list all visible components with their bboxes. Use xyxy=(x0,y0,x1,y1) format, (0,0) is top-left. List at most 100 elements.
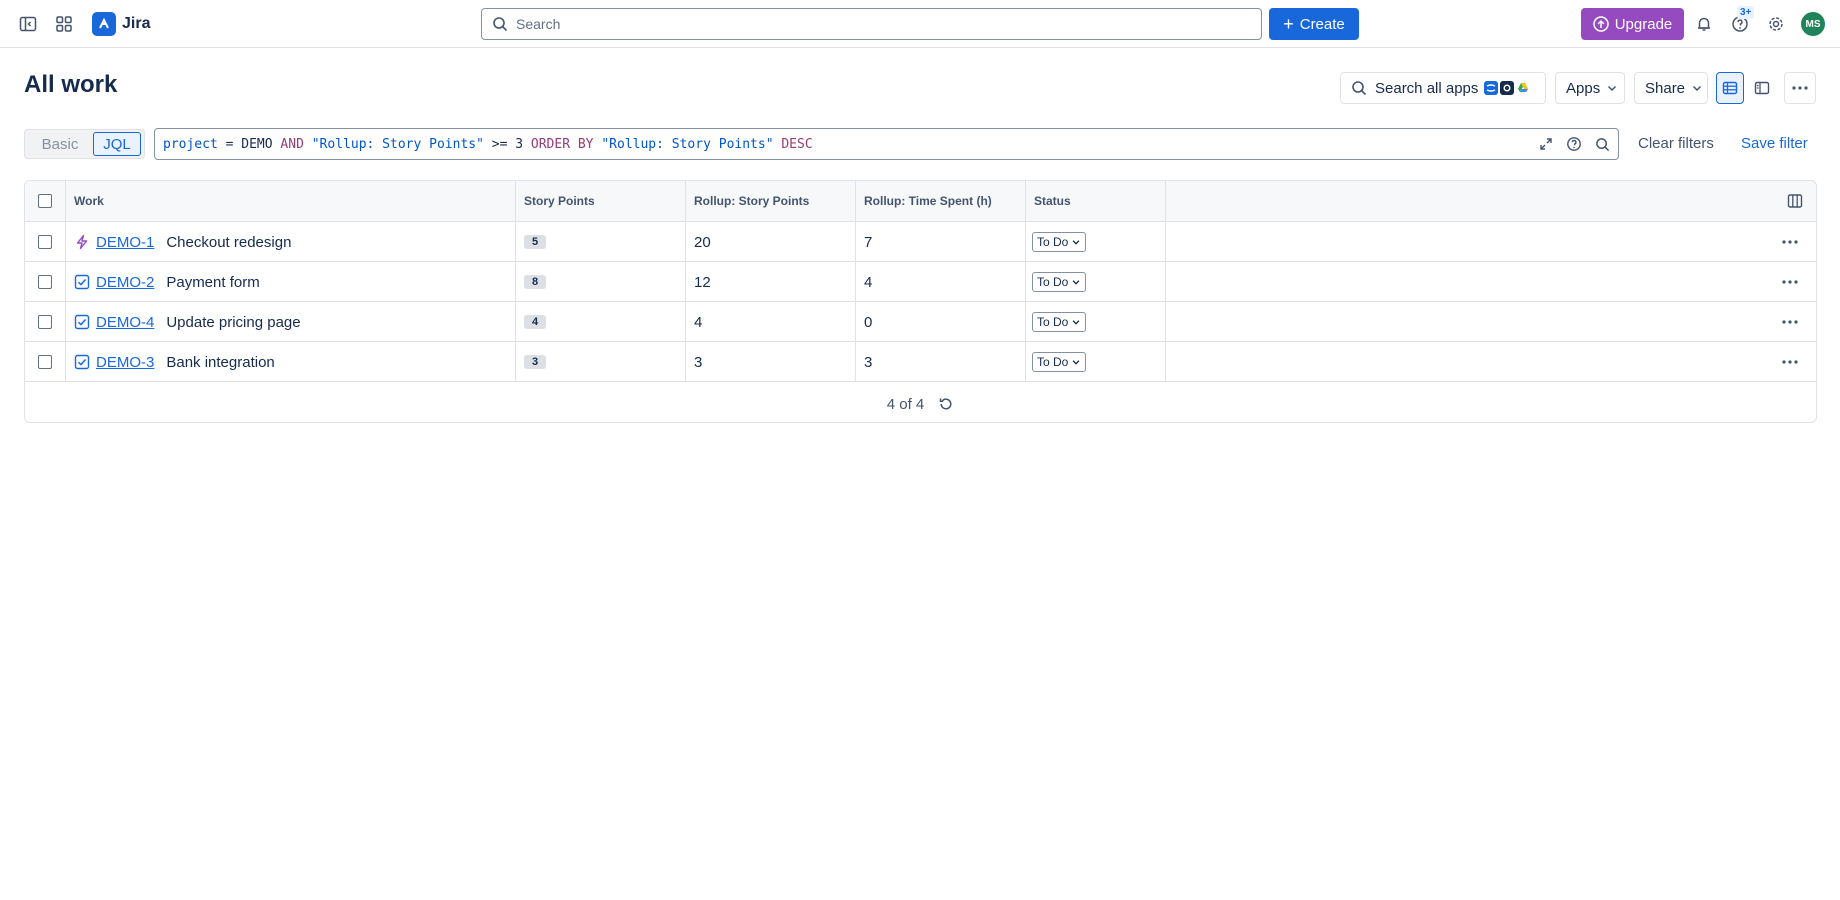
settings-gear-icon[interactable] xyxy=(1764,12,1788,36)
jql-token: >= xyxy=(483,136,516,152)
column-picker-icon[interactable] xyxy=(1786,192,1804,210)
jira-logo-icon[interactable] xyxy=(92,12,116,36)
clear-filters-button[interactable]: Clear filters xyxy=(1638,135,1714,152)
jql-help-icon[interactable] xyxy=(1564,134,1584,154)
chevron-down-icon xyxy=(1072,240,1080,245)
detail-view-icon[interactable] xyxy=(1748,72,1776,104)
row-checkbox[interactable] xyxy=(38,315,52,329)
status-dropdown[interactable]: To Do xyxy=(1032,352,1087,372)
story-points-badge: 5 xyxy=(524,235,547,249)
table-header: Work Story Points Rollup: Story Points R… xyxy=(25,181,1816,222)
rollup-story-points-cell: 12 xyxy=(686,262,856,302)
chevron-down-icon xyxy=(1608,85,1617,92)
ellipsis-icon xyxy=(1782,320,1798,324)
help-badge: 3+ xyxy=(1737,6,1755,19)
jql-mode-tab[interactable]: JQL xyxy=(93,132,141,156)
column-header-status[interactable]: Status xyxy=(1026,181,1166,221)
status-cell: To Do xyxy=(1026,262,1166,302)
select-all-checkbox[interactable] xyxy=(38,194,52,208)
google-drive-app-icon xyxy=(1516,81,1531,95)
column-header-rollup-story-points[interactable]: Rollup: Story Points xyxy=(686,181,856,221)
row-checkbox[interactable] xyxy=(38,275,52,289)
create-button[interactable]: + Create xyxy=(1269,8,1359,40)
row-actions-button[interactable] xyxy=(1778,352,1802,372)
row-actions-button[interactable] xyxy=(1778,232,1802,252)
search-input[interactable] xyxy=(516,16,1216,32)
jql-editor[interactable]: project = DEMO AND "Rollup: Story Points… xyxy=(154,128,1619,160)
chevron-down-icon xyxy=(1072,280,1080,285)
result-count: 4 of 4 xyxy=(886,395,925,413)
jql-token: "Rollup: Story Points" xyxy=(601,136,774,152)
jql-token: = xyxy=(217,136,242,152)
issue-summary[interactable]: Checkout redesign xyxy=(166,234,291,251)
issue-summary[interactable]: Update pricing page xyxy=(166,314,300,331)
status-label: To Do xyxy=(1037,235,1069,249)
jql-token: ORDER BY xyxy=(523,136,602,152)
issue-key-link[interactable]: DEMO-3 xyxy=(96,354,154,371)
row-actions-button[interactable] xyxy=(1778,312,1802,332)
more-actions-button[interactable] xyxy=(1784,72,1816,104)
ellipsis-icon xyxy=(1782,240,1798,244)
brand-name[interactable]: Jira xyxy=(122,15,150,33)
work-items-table: Work Story Points Rollup: Story Points R… xyxy=(24,180,1817,423)
save-filter-button[interactable]: Save filter xyxy=(1741,135,1808,152)
table-row[interactable]: DEMO-4 Update pricing page 4 4 0 To Do xyxy=(25,302,1816,342)
app-switcher-icon[interactable] xyxy=(52,12,76,36)
column-header-story-points[interactable]: Story Points xyxy=(516,181,686,221)
status-label: To Do xyxy=(1037,355,1069,369)
table-row[interactable]: DEMO-3 Bank integration 3 3 3 To Do xyxy=(25,342,1816,382)
story-points-badge: 4 xyxy=(524,315,547,329)
search-mode-toggle: Basic JQL xyxy=(24,129,145,159)
share-dropdown-button[interactable]: Share xyxy=(1634,72,1708,104)
jql-token: AND xyxy=(272,136,312,152)
plus-icon: + xyxy=(1283,14,1294,34)
search-all-apps-label: Search all apps xyxy=(1375,79,1479,97)
list-view-icon[interactable] xyxy=(1716,72,1744,104)
issue-key-link[interactable]: DEMO-1 xyxy=(96,234,154,251)
refresh-icon[interactable] xyxy=(938,396,954,412)
share-label: Share xyxy=(1645,79,1686,97)
search-all-apps-button[interactable]: Search all apps xyxy=(1340,72,1546,104)
epic-icon xyxy=(76,234,88,250)
row-checkbox[interactable] xyxy=(38,355,52,369)
column-header-rollup-time-spent[interactable]: Rollup: Time Spent (h) xyxy=(856,181,1026,221)
status-cell: To Do xyxy=(1026,342,1166,382)
table-row[interactable]: DEMO-1 Checkout redesign 5 20 7 To Do xyxy=(25,222,1816,262)
table-row[interactable]: DEMO-2 Payment form 8 12 4 To Do xyxy=(25,262,1816,302)
user-avatar[interactable]: MS xyxy=(1801,12,1825,36)
issue-summary[interactable]: Payment form xyxy=(166,274,259,291)
status-dropdown[interactable]: To Do xyxy=(1032,272,1087,292)
apps-dropdown-button[interactable]: Apps xyxy=(1555,72,1625,104)
ellipsis-icon xyxy=(1782,360,1798,364)
expand-editor-icon[interactable] xyxy=(1536,134,1556,154)
work-cell: DEMO-1 Checkout redesign xyxy=(66,222,516,262)
upgrade-button[interactable]: Upgrade xyxy=(1581,8,1684,40)
jql-token: 3 xyxy=(515,136,524,152)
row-actions-button[interactable] xyxy=(1778,272,1802,292)
ellipsis-icon xyxy=(1792,86,1808,90)
column-header-work[interactable]: Work xyxy=(66,181,516,221)
issue-summary[interactable]: Bank integration xyxy=(166,354,274,371)
status-label: To Do xyxy=(1037,275,1069,289)
page-title: All work xyxy=(24,71,118,98)
rollup-time-spent-cell: 7 xyxy=(856,222,1026,262)
work-cell: DEMO-3 Bank integration xyxy=(66,342,516,382)
notifications-bell-icon[interactable] xyxy=(1692,12,1716,36)
status-dropdown[interactable]: To Do xyxy=(1032,312,1087,332)
issue-key-link[interactable]: DEMO-4 xyxy=(96,314,154,331)
global-search[interactable] xyxy=(481,8,1262,40)
status-dropdown[interactable]: To Do xyxy=(1032,232,1087,252)
issue-key-link[interactable]: DEMO-2 xyxy=(96,274,154,291)
row-checkbox[interactable] xyxy=(38,235,52,249)
run-search-icon[interactable] xyxy=(1592,134,1612,154)
github-app-icon xyxy=(1500,81,1515,95)
chevron-down-icon xyxy=(1072,360,1080,365)
sidebar-toggle-icon[interactable] xyxy=(16,12,40,36)
apps-label: Apps xyxy=(1566,79,1601,97)
basic-mode-tab[interactable]: Basic xyxy=(29,133,91,155)
select-all-cell xyxy=(25,181,66,221)
top-navigation-bar: Jira + Create Upgrade 3+ MS xyxy=(0,0,1840,48)
ellipsis-icon xyxy=(1782,280,1798,284)
row-select-cell xyxy=(25,222,66,262)
row-select-cell xyxy=(25,302,66,342)
